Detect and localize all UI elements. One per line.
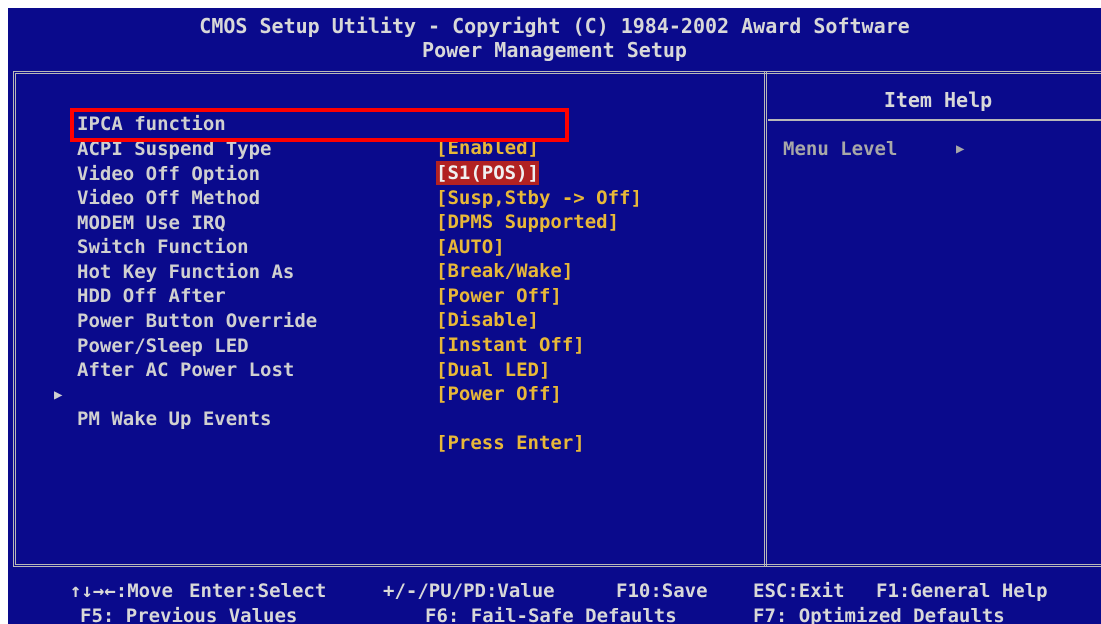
setting-value[interactable]: [Power Off] [436, 284, 562, 308]
setting-value[interactable]: [Susp,Stby -> Off] [436, 186, 642, 210]
frame-divider [764, 71, 767, 567]
setting-label: Video Off Method [77, 187, 261, 209]
setting-row-video-off-option[interactable]: Video Off Option [Susp,Stby -> Off] [8, 138, 642, 209]
setting-value-selected[interactable]: [S1(POS)] [436, 161, 539, 185]
setting-value[interactable]: [Disable] [436, 308, 539, 332]
page-title: Power Management Setup [422, 38, 687, 62]
setting-row-pm-wake-up-events[interactable]: ▶ PM Wake Up Events [Press Enter] [8, 359, 585, 454]
setting-label: Switch Function [77, 236, 249, 258]
setting-row-ipca-function[interactable]: IPCA function [Enabled] [8, 88, 539, 159]
setting-row-modem-use-irq[interactable]: MODEM Use IRQ [AUTO] [8, 187, 505, 258]
setting-row-hdd-off-after[interactable]: HDD Off After [Disable] [8, 260, 539, 331]
setting-value[interactable]: [Break/Wake] [436, 259, 573, 283]
setting-label: Power/Sleep LED [77, 335, 249, 357]
setting-label: Power Button Override [77, 310, 318, 332]
setting-value[interactable]: [Dual LED] [436, 358, 550, 382]
setting-value[interactable]: [Press Enter] [436, 431, 585, 455]
bios-screen: CMOS Setup Utility - Copyright (C) 1984-… [8, 8, 1101, 624]
setting-row-after-ac-power-lost[interactable]: After AC Power Lost [Power Off] [8, 334, 562, 405]
footer-select: Enter:Select [189, 580, 327, 602]
setting-label: After AC Power Lost [77, 359, 295, 381]
setting-row-switch-function[interactable]: Switch Function [Break/Wake] [8, 211, 573, 282]
highlight-box [70, 108, 569, 142]
setting-value[interactable]: [Instant Off] [436, 333, 585, 357]
setting-row-power-button-override[interactable]: Power Button Override [Instant Off] [8, 285, 585, 356]
menu-level-arrow-icon: ▶ [956, 141, 965, 157]
footer-fail-safe-defaults: F6: Fail-Safe Defaults [425, 605, 677, 624]
setting-value[interactable]: [Power Off] [436, 382, 562, 406]
setting-row-acpi-suspend-type[interactable]: ACPI Suspend Type [S1(POS)] [8, 113, 539, 185]
footer-value: +/-/PU/PD:Value [383, 580, 555, 602]
setting-value[interactable]: [AUTO] [436, 235, 505, 259]
setting-label: MODEM Use IRQ [77, 212, 226, 234]
setting-row-video-off-method[interactable]: Video Off Method [DPMS Supported] [8, 162, 619, 233]
footer-exit: ESC:Exit [753, 580, 845, 602]
setting-label: Hot Key Function As [77, 261, 295, 283]
footer-previous-values: F5: Previous Values [80, 605, 298, 624]
setting-value[interactable]: [DPMS Supported] [436, 210, 619, 234]
footer-save: F10:Save [616, 580, 708, 602]
submenu-arrow-icon: ▶ [54, 387, 63, 403]
setting-label: Video Off Option [77, 163, 261, 185]
footer-optimized-defaults: F7: Optimized Defaults [753, 605, 1005, 624]
setting-row-power-sleep-led[interactable]: Power/Sleep LED [Dual LED] [8, 310, 550, 381]
footer-move: ↑↓→←:Move [70, 580, 173, 602]
setting-label: PM Wake Up Events [77, 408, 272, 430]
footer-general-help: F1:General Help [876, 580, 1048, 602]
utility-title: CMOS Setup Utility - Copyright (C) 1984-… [199, 14, 910, 38]
setting-row-hot-key-function[interactable]: Hot Key Function As [Power Off] [8, 236, 562, 307]
menu-level-label: Menu Level [783, 138, 898, 160]
item-help-title: Item Help [883, 88, 993, 112]
setting-label: HDD Off After [77, 285, 226, 307]
help-separator [768, 119, 1101, 121]
